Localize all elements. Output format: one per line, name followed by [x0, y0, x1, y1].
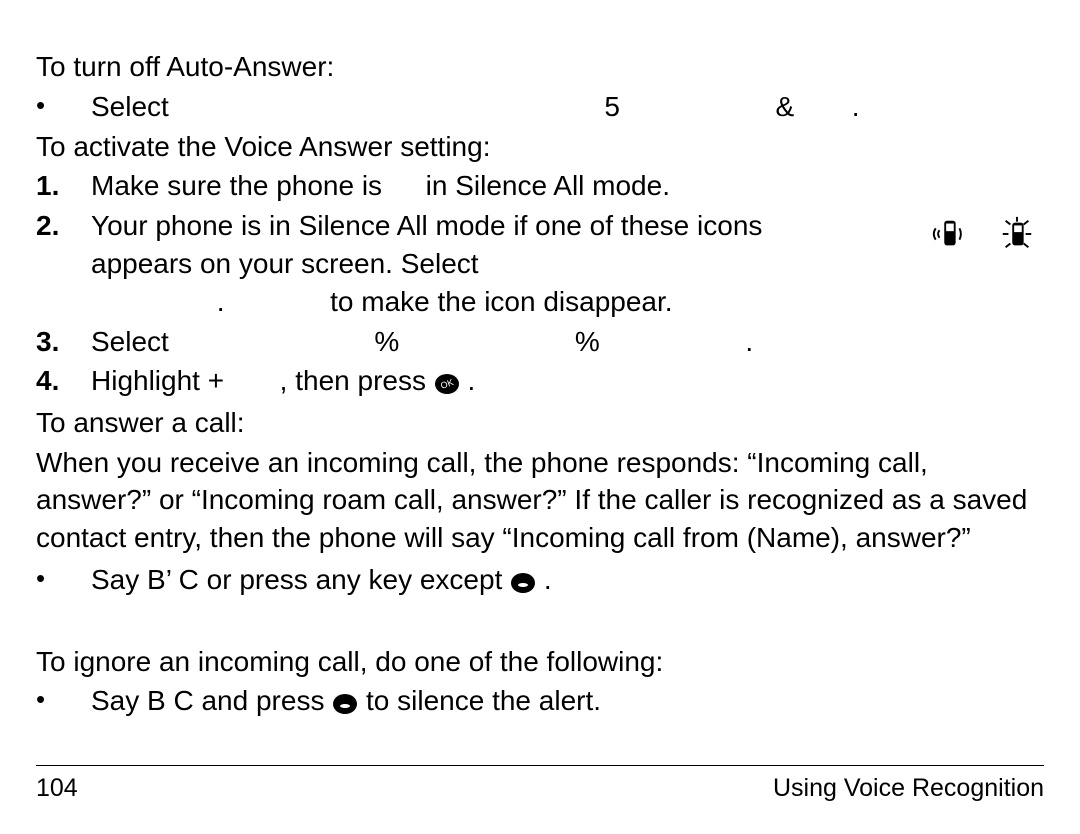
page-footer: 104 Using Voice Recognition [36, 765, 1044, 806]
step2-dot: . [217, 286, 225, 317]
step-number: 1. [36, 167, 91, 205]
step3-pct2: % [575, 326, 600, 357]
step3-pct1: % [374, 326, 399, 357]
phone-ring-icon [998, 215, 1036, 263]
step-3: 3. Select % % . [36, 323, 1044, 361]
step-number: 3. [36, 323, 91, 361]
auto-off-dot: . [852, 91, 860, 122]
auto-off-amp: & [776, 91, 795, 122]
step-number: 2. [36, 207, 91, 245]
step3-dot: . [745, 326, 753, 357]
ignore-bullet-a: Say B C and press [91, 685, 324, 716]
bullet-marker: • [36, 88, 91, 123]
auto-off-five: 5 [604, 91, 620, 122]
auto-off-select: Select [91, 91, 169, 122]
bullet-answer: • Say B’ C or press any key except . [36, 561, 1044, 601]
section-title: Using Voice Recognition [773, 772, 1044, 806]
end-key-icon [332, 684, 358, 722]
step-number: 4. [36, 362, 91, 400]
ignore-bullet-b: to silence the alert. [366, 685, 601, 716]
step1-a: Make sure the phone is [91, 170, 382, 201]
step3-select: Select [91, 326, 169, 357]
bullet-auto-off: • Select 5 & . [36, 88, 1044, 126]
answer-bullet-a: Say B’ C or press any key except [91, 564, 502, 595]
step-1: 1. Make sure the phone is in Silence All… [36, 167, 1044, 205]
heading-ignore: To ignore an incoming call, do one of th… [36, 643, 1044, 681]
step4-dot: . [468, 365, 476, 396]
step2-line2: appears on your screen. Select [91, 248, 479, 279]
step-4: 4. Highlight + , then press OK . [36, 362, 1044, 402]
step2-tail: to make the icon disappear. [330, 286, 672, 317]
phone-vibrate-icon [930, 215, 968, 263]
ok-key-icon: OK [434, 364, 460, 402]
step4-a: Highlight + [91, 365, 224, 396]
heading-auto-off: To turn off Auto-Answer: [36, 48, 1044, 86]
step1-b: in Silence All mode. [426, 170, 670, 201]
bullet-marker: • [36, 682, 91, 717]
heading-activate: To activate the Voice Answer setting: [36, 128, 1044, 166]
heading-answer: To answer a call: [36, 404, 1044, 442]
step2-line1: Your phone is in Silence All mode if one… [91, 210, 762, 241]
answer-paragraph: When you receive an incoming call, the p… [36, 444, 1044, 557]
step-2: 2. Your phone is in Silence All mode if … [36, 207, 1044, 320]
answer-bullet-dot: . [544, 564, 552, 595]
page-number: 104 [36, 772, 78, 806]
step4-b: , then press [280, 365, 426, 396]
end-key-icon [510, 563, 536, 601]
bullet-ignore: • Say B C and press to silence the alert… [36, 682, 1044, 722]
bullet-marker: • [36, 561, 91, 596]
